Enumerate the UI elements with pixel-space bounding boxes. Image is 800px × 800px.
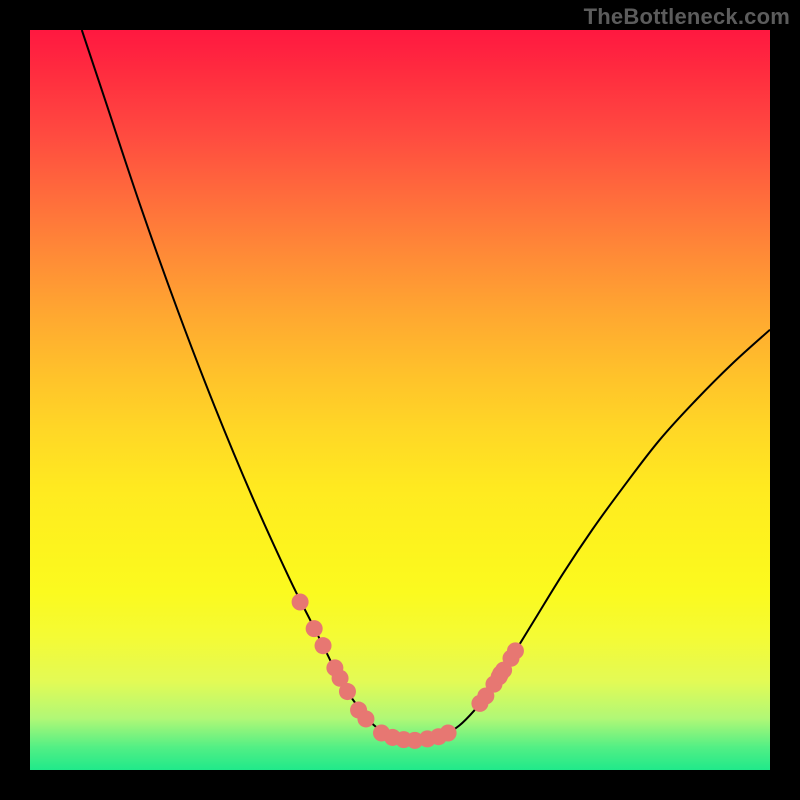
data-marker	[339, 683, 356, 700]
watermark-text: TheBottleneck.com	[584, 4, 790, 30]
data-marker	[507, 642, 524, 659]
data-marker	[315, 637, 332, 654]
data-marker	[306, 620, 323, 637]
curve-right-branch	[415, 330, 770, 741]
data-marker	[292, 594, 309, 611]
bottleneck-curve-plot	[30, 30, 770, 770]
chart-frame: { "watermark": "TheBottleneck.com", "col…	[0, 0, 800, 800]
data-marker	[440, 724, 457, 741]
curve-group	[82, 30, 770, 740]
curve-left-branch	[82, 30, 415, 740]
data-markers	[292, 594, 524, 749]
data-marker	[357, 710, 374, 727]
